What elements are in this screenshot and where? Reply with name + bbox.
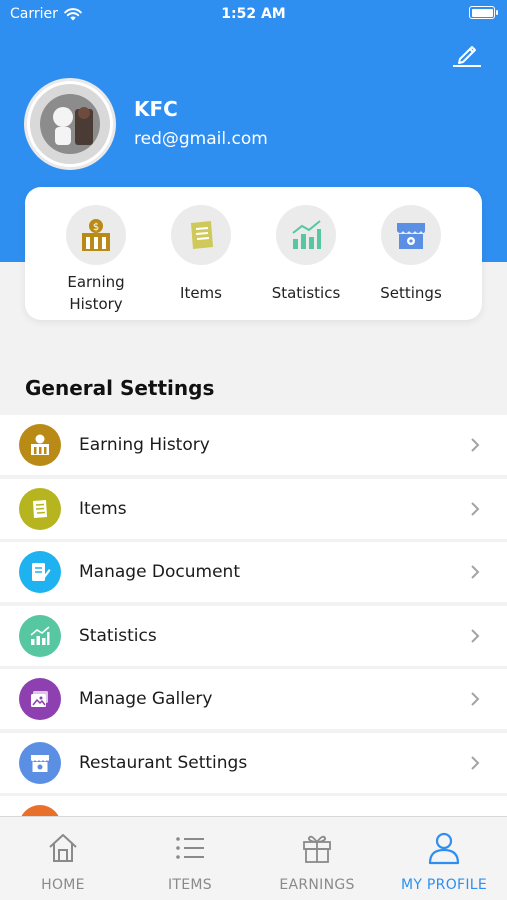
edit-pencil-icon <box>453 46 481 67</box>
statistics-icon <box>19 614 61 657</box>
gift-icon <box>303 835 331 863</box>
list-item-label: Manage Gallery <box>79 689 213 709</box>
edit-profile-button[interactable] <box>451 38 483 68</box>
quick-label: Statistics <box>271 284 341 302</box>
gallery-icon <box>19 678 61 720</box>
restaurant-icon <box>19 741 61 784</box>
earning-history-icon <box>19 424 61 466</box>
status-bar: Carrier 1:52 AM <box>0 0 507 28</box>
chevron-right-icon <box>471 628 480 643</box>
tab-earnings[interactable]: EARNINGS <box>254 817 380 900</box>
quick-settings[interactable]: Settings <box>361 205 461 304</box>
profile-name: KFC <box>134 97 178 121</box>
items-icon <box>19 487 61 530</box>
quick-label: Earning History <box>67 273 125 313</box>
kfc-logo-avatar <box>30 84 110 164</box>
quick-items[interactable]: Items <box>151 205 251 304</box>
list-item-manage-document[interactable]: Manage Document <box>0 542 507 602</box>
avatar[interactable] <box>24 78 116 170</box>
list-icon <box>176 837 204 859</box>
list-item-items[interactable]: Items <box>0 478 507 539</box>
chevron-right-icon <box>471 692 480 706</box>
list-item-statistics[interactable]: Statistics <box>0 605 507 666</box>
tab-label: ITEMS <box>168 877 212 893</box>
list-item-label: Restaurant Settings <box>79 752 248 773</box>
battery-icon <box>469 6 498 19</box>
home-icon <box>49 834 77 862</box>
earning-history-icon: $ <box>66 205 126 265</box>
tab-my-profile[interactable]: MY PROFILE <box>381 817 507 900</box>
quick-statistics[interactable]: Statistics <box>256 205 356 304</box>
items-icon <box>171 205 231 265</box>
quick-earning-history[interactable]: $ Earning History <box>46 205 146 315</box>
tab-items[interactable]: ITEMS <box>127 817 253 900</box>
tab-label: EARNINGS <box>279 877 355 893</box>
list-item-label: Earning History <box>79 435 210 455</box>
tab-bar: HOME ITEMS EARNINGS MY PROFILE <box>0 816 507 900</box>
quick-label: Settings <box>380 284 442 302</box>
list-item-label: Statistics <box>79 625 157 646</box>
tab-label: HOME <box>41 877 85 893</box>
chevron-right-icon <box>471 501 480 516</box>
list-item-earning-history[interactable]: Earning History <box>0 415 507 475</box>
chevron-right-icon <box>471 755 480 770</box>
tab-label: MY PROFILE <box>400 877 488 893</box>
chevron-right-icon <box>471 565 480 579</box>
settings-store-icon <box>381 205 441 265</box>
statistics-icon <box>276 205 336 265</box>
general-settings-list: Earning History Items Manage Document St… <box>0 415 507 796</box>
list-item-label: Items <box>79 498 127 519</box>
clock: 1:52 AM <box>221 6 286 22</box>
list-item-label: Manage Document <box>79 562 241 582</box>
profile-email: red@gmail.com <box>134 129 268 149</box>
quick-label: Items <box>180 284 222 302</box>
chevron-right-icon <box>471 438 480 452</box>
person-icon <box>428 832 460 865</box>
quick-actions-card: $ Earning History Items Statistics Setti… <box>25 187 482 320</box>
svg-text:$: $ <box>93 222 99 233</box>
list-item-manage-gallery[interactable]: Manage Gallery <box>0 669 507 729</box>
list-item-restaurant-settings[interactable]: Restaurant Settings <box>0 732 507 793</box>
tab-home[interactable]: HOME <box>0 817 126 900</box>
section-title: General Settings <box>25 376 215 400</box>
document-icon <box>19 551 61 593</box>
